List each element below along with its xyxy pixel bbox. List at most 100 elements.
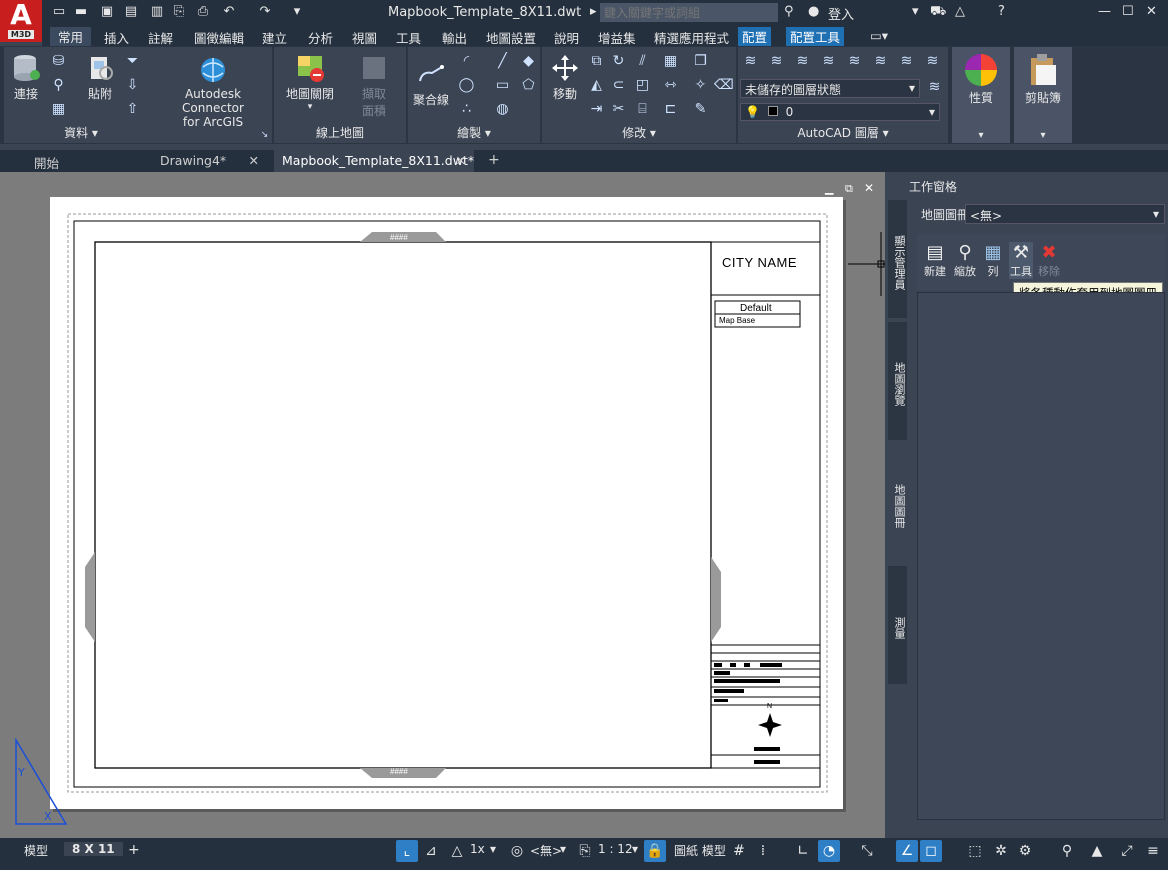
data-panel-label[interactable]: 資料 ▾	[4, 124, 158, 141]
close-tab-icon[interactable]: ✕	[249, 153, 259, 168]
search-input[interactable]	[600, 3, 778, 22]
stretch-icon[interactable]: ⇿	[662, 77, 679, 94]
tab-map-setup[interactable]: 地圖設置	[486, 28, 536, 47]
customize-dropdown-icon[interactable]: ▾	[290, 5, 304, 19]
layer-state-manager-icon[interactable]: ≋	[926, 79, 943, 96]
data-query-icon[interactable]: ⛁	[50, 53, 67, 70]
tab-analyze[interactable]: 分析	[308, 28, 333, 47]
viewport-minimize-icon[interactable]: ▁	[825, 182, 833, 195]
scale-icon[interactable]: ◰	[634, 77, 651, 94]
rectangle-icon[interactable]: ▭	[494, 77, 511, 94]
annotation-scale-icon[interactable]: △	[446, 840, 468, 862]
isometric-icon[interactable]: ⤡	[856, 840, 878, 862]
chevron-down-icon[interactable]: ▾	[490, 842, 496, 856]
edit-pencil-icon[interactable]: ✎	[692, 101, 709, 118]
tab-mapbook-template[interactable]: Mapbook_Template_8X11.dwt* ✕	[274, 150, 474, 172]
save-as-icon[interactable]: ▤	[124, 5, 138, 19]
filter-icon[interactable]: ⏷	[124, 53, 141, 70]
binoculars-icon[interactable]: ⚲	[784, 4, 794, 19]
copy-icon[interactable]: ⧉	[588, 53, 605, 70]
tab-annotate[interactable]: 註解	[148, 28, 173, 47]
help-icon[interactable]: ?	[998, 4, 1005, 19]
join-icon[interactable]: ⌸	[634, 101, 651, 118]
sign-in-label[interactable]: 登入	[828, 4, 854, 23]
hatch-icon[interactable]: ◍	[494, 101, 511, 118]
viewport-scale-icon[interactable]: ⎘	[574, 840, 596, 862]
panel-launcher-icon[interactable]: ↘	[256, 127, 273, 144]
chevron-down-icon[interactable]: ▾	[632, 842, 638, 856]
grid-icon[interactable]: #	[728, 840, 750, 862]
tab-display-manager[interactable]: 顯示管理員	[888, 200, 907, 318]
layers-panel-label[interactable]: AutoCAD 圖層 ▾	[738, 124, 948, 141]
open-icon[interactable]: ▬	[74, 5, 88, 19]
customize-menu-icon[interactable]: ≡	[1142, 840, 1164, 862]
object-snap-tracking-icon[interactable]: ∠	[896, 840, 918, 862]
layer-properties-icon[interactable]: ≋	[742, 53, 759, 70]
polar-tracking-icon[interactable]: ◔	[818, 840, 840, 862]
add-layout-icon[interactable]: +	[128, 842, 140, 858]
erase-icon[interactable]: ⌫	[714, 77, 734, 94]
layer-state-dropdown[interactable]: 未儲存的圖層狀態 ▾	[740, 79, 920, 98]
redo-icon[interactable]: ↷	[258, 5, 272, 19]
tab-drawing4[interactable]: Drawing4* ✕	[152, 150, 267, 172]
viewport-scale-value[interactable]: 1 : 12	[598, 842, 633, 856]
connect-button[interactable]: 連接	[8, 53, 44, 102]
break-icon[interactable]: ✂	[610, 101, 627, 118]
stack-icon[interactable]: ❐	[692, 53, 709, 70]
warning-icon[interactable]: ▲	[1086, 840, 1108, 862]
offset-icon[interactable]: ⊏	[662, 101, 679, 118]
tab-map-book[interactable]: 地圖圖冊	[888, 444, 907, 562]
expand-search-icon[interactable]: ▸	[590, 4, 597, 19]
ribbon-toggle-icon[interactable]: ▭▾	[870, 28, 888, 43]
tab-featured-apps[interactable]: 精選應用程式	[654, 28, 729, 47]
tab-feature-edit[interactable]: 圖徵編輯	[194, 28, 244, 47]
tab-tools[interactable]: 工具	[396, 28, 421, 47]
tab-map-explorer[interactable]: 地圖瀏覽	[888, 322, 907, 440]
tab-layout-8x11[interactable]: 8 X 11	[64, 842, 123, 856]
arcgis-connector-button[interactable]: Autodesk Connector for ArcGIS	[156, 55, 270, 129]
undo-icon[interactable]: ↶	[222, 5, 236, 19]
new-icon[interactable]: ▭	[52, 5, 66, 19]
new-tab-icon[interactable]: +	[488, 152, 500, 168]
trim-icon[interactable]: ⫽	[634, 53, 651, 70]
ortho-ucs-icon[interactable]: ⊿	[420, 840, 442, 862]
spline-icon[interactable]: ∴	[458, 101, 475, 118]
tab-layout-tools[interactable]: 配置工具	[786, 27, 845, 46]
minimize-icon[interactable]: —	[1098, 4, 1111, 19]
extend-icon[interactable]: ⇥	[588, 101, 605, 118]
save-icon[interactable]: ▣	[100, 5, 114, 19]
layer-freeze-icon[interactable]: ≋	[820, 53, 837, 70]
zoom-button[interactable]: ⚲ 縮放	[953, 242, 977, 279]
globe-coordinate-icon[interactable]: ◎	[506, 840, 528, 862]
close-tab-icon[interactable]: ✕	[456, 153, 466, 168]
layer-dropdown[interactable]: 💡 0 ▾	[740, 103, 940, 121]
import-icon[interactable]: ⇩	[124, 77, 141, 94]
tab-model[interactable]: 模型	[24, 842, 48, 859]
fullscreen-icon[interactable]: ⤢	[1116, 840, 1138, 862]
layer-walk-icon[interactable]: ≋	[924, 53, 941, 70]
publish-icon[interactable]: ▥	[150, 5, 164, 19]
tools-button[interactable]: ⚒ 工具	[1009, 242, 1033, 279]
mirror-icon[interactable]: ◭	[588, 77, 605, 94]
paper-model-toggle[interactable]: 圖紙 模型	[674, 842, 726, 859]
properties-panel[interactable]: 性質 ▾	[952, 47, 1010, 143]
ortho-icon[interactable]: ∟	[792, 840, 814, 862]
layout-grid-icon[interactable]: ⌞	[396, 840, 418, 862]
tab-start[interactable]: 開始	[26, 150, 136, 172]
remove-button[interactable]: ✖ 移除	[1037, 242, 1061, 279]
tab-output[interactable]: 輸出	[442, 28, 467, 47]
map-off-button[interactable]: 地圖關閉 ▾	[284, 53, 336, 112]
workspace-icon[interactable]: ⚲	[1056, 840, 1078, 862]
settings-gear-icon[interactable]: ⚙	[1014, 840, 1036, 862]
tab-help[interactable]: 說明	[554, 28, 579, 47]
arc-icon[interactable]: ◜	[458, 53, 475, 70]
attach-button[interactable]: 貼附	[82, 53, 118, 102]
circle-icon[interactable]: ◯	[458, 77, 475, 94]
selection-cycling-icon[interactable]: ⬚	[964, 840, 986, 862]
annotation-visibility-icon[interactable]: ✲	[990, 840, 1012, 862]
modify-panel-label[interactable]: 修改 ▾	[542, 124, 736, 141]
cart-icon[interactable]: ⛟	[930, 4, 946, 21]
tab-addins[interactable]: 增益集	[598, 28, 636, 47]
layer-off-icon[interactable]: ≋	[794, 53, 811, 70]
polygon-icon[interactable]: ⬠	[520, 77, 537, 94]
